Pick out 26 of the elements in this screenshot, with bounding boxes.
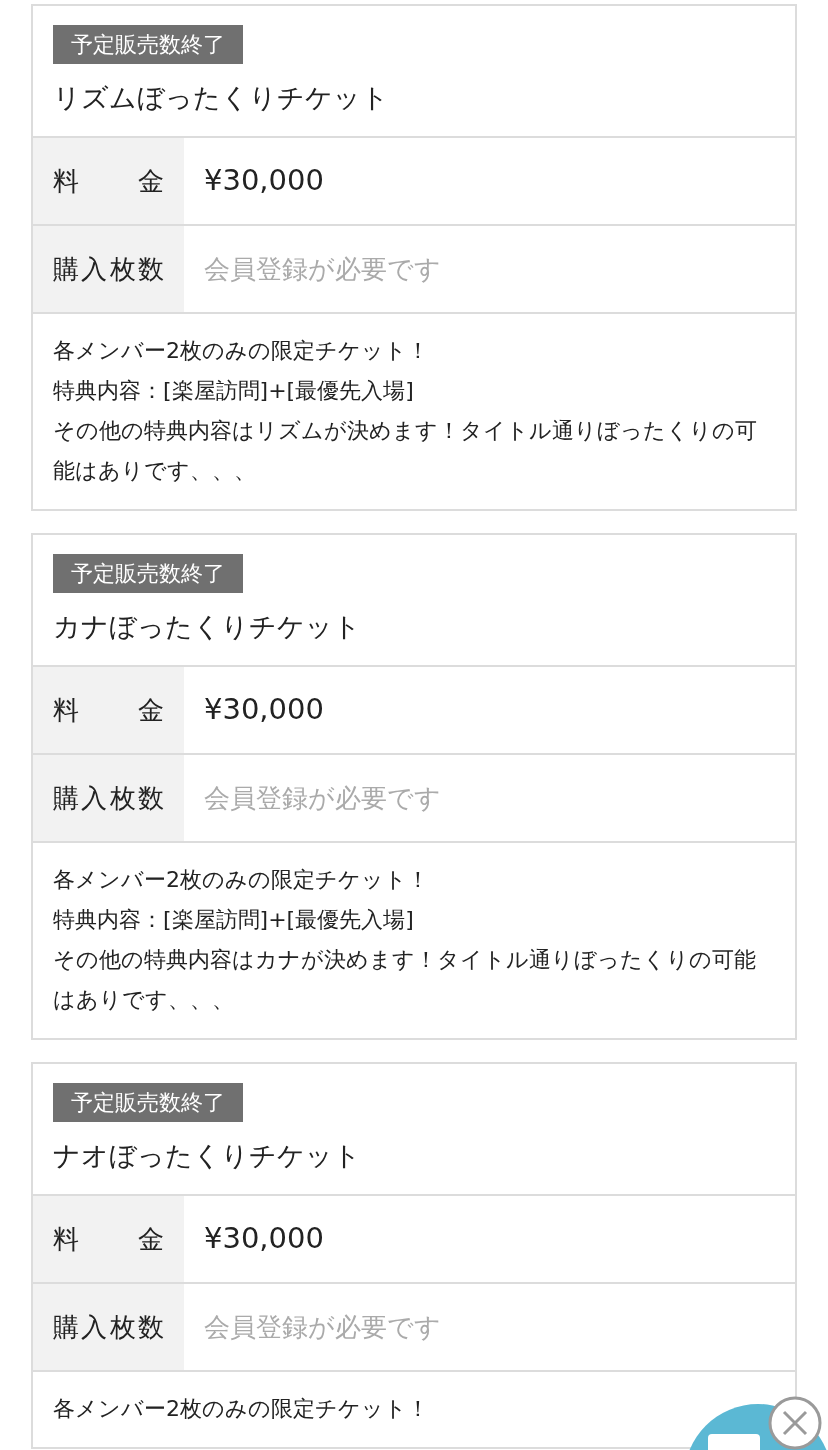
sold-out-badge: 予定販売数終了 — [53, 25, 243, 64]
description-text: 各メンバー2枚のみの限定チケット！ — [53, 866, 430, 894]
price-value: ¥30,000 — [204, 1220, 324, 1258]
login-required-note: 会員登録が必要です — [204, 252, 441, 286]
description-text: 特典内容：[楽屋訪問]+[最優先入場] — [53, 906, 415, 934]
sold-out-badge: 予定販売数終了 — [53, 1083, 243, 1122]
login-required-note: 会員登録が必要です — [204, 781, 441, 815]
field-label: 購入枚数 — [53, 781, 164, 815]
price-value: ¥30,000 — [204, 691, 324, 729]
ticket-title: カナぼったくりチケット — [53, 610, 361, 644]
price-value: ¥30,000 — [204, 162, 324, 200]
description-text: 各メンバー2枚のみの限定チケット！ — [53, 337, 430, 365]
ticket-title: リズムぼったくりチケット — [53, 81, 389, 115]
field-label: 料 金 — [53, 693, 164, 727]
ticket-title: ナオぼったくりチケット — [53, 1139, 361, 1173]
description-text: その他の特典内容はカナが決めます！タイトル通りぼったくりの可能はありです、、、 — [53, 946, 757, 1014]
close-icon[interactable] — [767, 1395, 823, 1450]
login-required-note: 会員登録が必要です — [204, 1310, 441, 1344]
field-label: 購入枚数 — [53, 1310, 164, 1344]
field-label: 料 金 — [53, 164, 164, 198]
sold-out-badge: 予定販売数終了 — [53, 554, 243, 593]
description-text: その他の特典内容はリズムが決めます！タイトル通りぼったくりの可能はありです、、、 — [53, 417, 758, 485]
description-text: 特典内容：[楽屋訪問]+[最優先入場] — [53, 377, 415, 405]
field-label: 料 金 — [53, 1222, 164, 1256]
description-text: 各メンバー2枚のみの限定チケット！ — [53, 1395, 430, 1423]
field-label: 購入枚数 — [53, 252, 164, 286]
